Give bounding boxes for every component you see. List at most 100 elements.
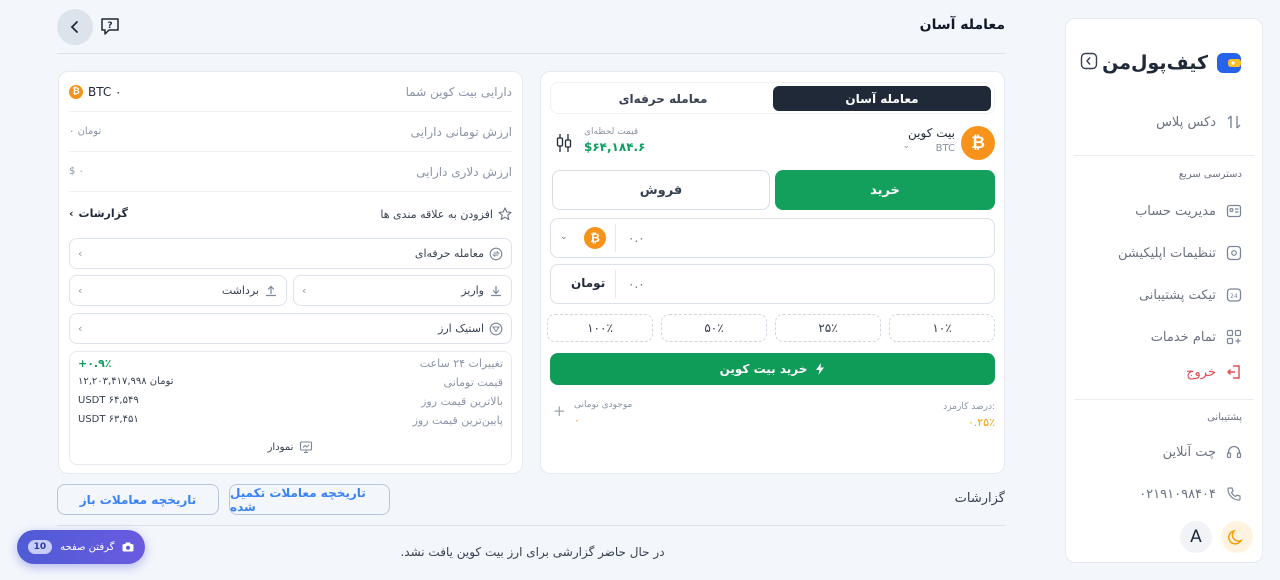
pro-trade-label: معامله حرفه‌ای bbox=[414, 247, 484, 260]
fee-label: درصد کارمزد: bbox=[943, 402, 995, 412]
theme-toggle[interactable] bbox=[1221, 521, 1253, 553]
page-title: معامله آسان bbox=[919, 17, 1005, 33]
font-size-toggle[interactable]: A bbox=[1180, 521, 1212, 553]
sidebar: کیف‌پول‌من دکس پلاس دسترسی سریع مدیریت ح… bbox=[1065, 18, 1263, 563]
toman-unit: تومان bbox=[571, 276, 606, 290]
balance-value: ۰ bbox=[574, 414, 580, 427]
pct-25-button[interactable]: ۲۵٪ bbox=[775, 314, 881, 342]
buy-toggle-button[interactable]: خرید bbox=[775, 170, 995, 210]
sidebar-item-dex[interactable]: دکس پلاس bbox=[1156, 114, 1242, 130]
buy-bitcoin-button[interactable]: خرید بیت کوین bbox=[550, 353, 995, 385]
sidebar-item-chat[interactable]: چت آنلاین bbox=[1163, 444, 1242, 460]
reports-link[interactable]: ‹ گزارشات bbox=[69, 207, 128, 220]
cta-label: خرید بیت کوین bbox=[719, 362, 808, 376]
wallet-logo-icon bbox=[1216, 50, 1242, 76]
live-price-value: $۶۴,۱۸۴.۶ bbox=[584, 140, 646, 154]
pct-50-button[interactable]: ۵۰٪ bbox=[661, 314, 767, 342]
sell-toggle-button[interactable]: فروش bbox=[552, 170, 770, 210]
btc-icon: ₿ bbox=[584, 227, 606, 249]
sidebar-item-settings[interactable]: تنظیمات اپلیکیشن bbox=[1118, 245, 1242, 261]
sidebar-item-ticket[interactable]: 24 تیکت پشتیبانی bbox=[1139, 287, 1242, 303]
sidebar-item-services[interactable]: تمام خدمات bbox=[1151, 329, 1242, 345]
staking-icon bbox=[489, 322, 503, 336]
candlestick-icon[interactable] bbox=[555, 133, 573, 153]
monitor-chart-icon bbox=[299, 440, 313, 454]
help-icon[interactable]: ? bbox=[99, 15, 123, 39]
collapse-sidebar-icon[interactable] bbox=[1080, 52, 1098, 70]
swap-icon bbox=[1226, 114, 1242, 130]
pro-trade-link[interactable]: ‹ معامله حرفه‌ای bbox=[69, 238, 512, 269]
stat-row: USDT ۶۴,۵۴۹ بالاترین قیمت روز bbox=[78, 395, 503, 408]
divider bbox=[57, 525, 1005, 526]
divider bbox=[615, 224, 616, 252]
reports-label: گزارشات bbox=[78, 207, 128, 220]
back-button[interactable] bbox=[57, 9, 93, 45]
stat-value: USDT ۶۴,۵۴۹ bbox=[78, 395, 139, 406]
stat-label: تغییرات ۲۴ ساعت bbox=[419, 357, 503, 370]
sidebar-item-label: تمام خدمات bbox=[1150, 329, 1216, 345]
chevron-left-icon: ‹ bbox=[78, 284, 83, 297]
camera-icon bbox=[122, 542, 134, 552]
staking-link[interactable]: ‹ استیک ارز bbox=[69, 313, 512, 344]
sidebar-item-phone[interactable]: ۰۲۱۹۱۰۹۸۴۰۴ bbox=[1139, 486, 1242, 502]
settings-icon bbox=[1226, 245, 1242, 261]
phone-icon bbox=[1226, 486, 1242, 502]
usd-value-label: ارزش دلاری دارایی bbox=[416, 164, 512, 179]
balance-label: موجودی تومانی bbox=[574, 400, 633, 410]
chart-button[interactable]: نمودار bbox=[70, 440, 511, 454]
logo-text: کیف‌پول‌من bbox=[1102, 52, 1208, 74]
stat-label: بالاترین قیمت روز bbox=[421, 395, 503, 408]
pct-100-button[interactable]: ۱۰۰٪ bbox=[547, 314, 653, 342]
deposit-link[interactable]: ‹ واریز bbox=[293, 275, 512, 306]
sidebar-item-label: دکس پلاس bbox=[1156, 114, 1216, 130]
chevron-down-icon[interactable]: ⌄ bbox=[902, 141, 910, 151]
btc-holding-row: ₿ BTC ۰ دارایی بیت کوین شما bbox=[69, 72, 512, 112]
section-heading: پشتیبانی bbox=[1207, 412, 1242, 423]
chevron-down-icon[interactable]: ⌄ bbox=[560, 232, 568, 242]
completed-trades-button[interactable]: تاریخچه معاملات تکمیل شده bbox=[229, 484, 390, 515]
trade-tabs: معامله آسان معامله حرفه‌ای bbox=[550, 82, 995, 114]
fee-value: ۰.۲۵٪ bbox=[967, 416, 995, 429]
add-favorite-button[interactable]: افزودن به علاقه مندی ها bbox=[380, 207, 512, 221]
chevron-left-icon: ‹ bbox=[78, 322, 83, 335]
sidebar-item-label: تنظیمات اپلیکیشن bbox=[1117, 245, 1216, 261]
amount-field[interactable]: ⌄ ₿ ۰.۰ bbox=[550, 218, 995, 258]
open-trades-button[interactable]: تاریخچه معاملات باز bbox=[57, 484, 219, 515]
grid-icon bbox=[1226, 329, 1242, 345]
balance-info: موجودی تومانی ۰ bbox=[574, 400, 632, 427]
toman-input[interactable]: ۰.۰ bbox=[628, 277, 645, 291]
favorite-label: افزودن به علاقه مندی ها bbox=[380, 207, 493, 221]
trade-card: معامله آسان معامله حرفه‌ای ₿ بیت کوین BT… bbox=[540, 71, 1005, 474]
assets-card: ₿ BTC ۰ دارایی بیت کوین شما ۰ تومان ارزش… bbox=[58, 71, 523, 474]
staking-label: استیک ارز bbox=[438, 322, 484, 335]
coin-selector[interactable]: بیت کوین BTC bbox=[908, 126, 955, 154]
pct-10-button[interactable]: ۱۰٪ bbox=[889, 314, 995, 342]
withdraw-label: برداشت bbox=[221, 284, 259, 297]
tab-easy-trade[interactable]: معامله آسان bbox=[773, 86, 991, 111]
withdraw-link[interactable]: ‹ برداشت bbox=[69, 275, 287, 306]
star-icon bbox=[498, 207, 512, 221]
add-funds-icon[interactable]: + bbox=[553, 402, 566, 420]
divider bbox=[1074, 155, 1254, 156]
phone-number: ۰۲۱۹۱۰۹۸۴۰۴ bbox=[1139, 486, 1216, 502]
sidebar-item-account[interactable]: مدیریت حساب bbox=[1135, 203, 1242, 219]
capture-page-button[interactable]: 10 گرفتن صفحه bbox=[17, 530, 145, 564]
sidebar-item-label: چت آنلاین bbox=[1162, 444, 1216, 460]
market-stats: +۰.۹٪ تغییرات ۲۴ ساعت ۱۲,۲۰۳,۴۱۷,۹۹۸ توم… bbox=[69, 351, 512, 465]
svg-text:?: ? bbox=[107, 21, 112, 31]
divider bbox=[615, 270, 616, 298]
coin-symbol: BTC bbox=[935, 143, 955, 154]
moon-icon bbox=[1228, 528, 1246, 546]
sidebar-item-logout[interactable]: خروج bbox=[1186, 364, 1242, 380]
stat-label: قیمت تومانی bbox=[443, 376, 503, 389]
amount-input[interactable]: ۰.۰ bbox=[628, 231, 645, 245]
chart-label: نمودار bbox=[267, 441, 294, 453]
chevron-left-icon bbox=[68, 20, 82, 34]
stat-row: USDT ۶۳,۴۵۱ پایین‌ترین قیمت روز bbox=[78, 414, 503, 427]
upload-icon bbox=[264, 284, 278, 298]
logo: کیف‌پول‌من bbox=[1102, 50, 1242, 76]
tab-pro-trade[interactable]: معامله حرفه‌ای bbox=[554, 86, 772, 111]
toman-value-label: ارزش تومانی دارایی bbox=[410, 124, 512, 139]
toman-field[interactable]: تومان ۰.۰ bbox=[550, 264, 995, 304]
capture-count-badge: 10 bbox=[27, 540, 53, 554]
